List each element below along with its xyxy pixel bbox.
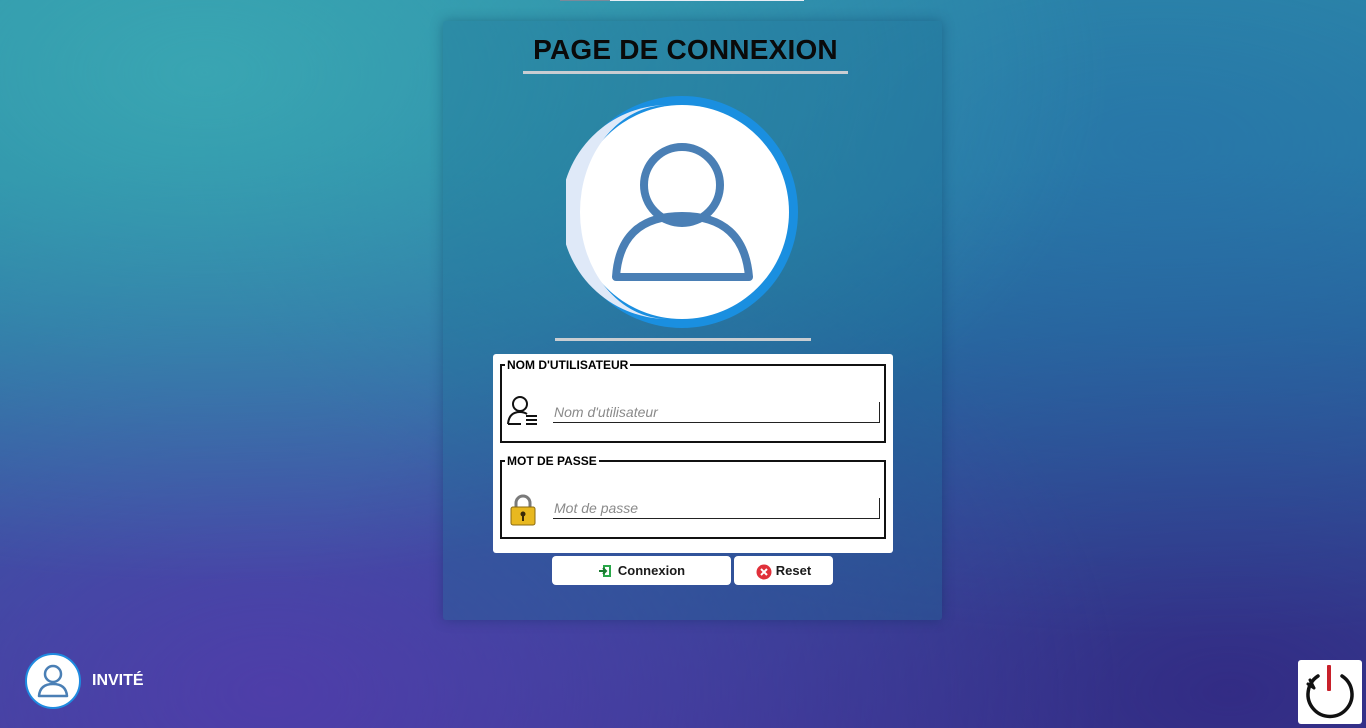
- title-underline: [523, 71, 848, 74]
- login-form: NOM D'UTILISATEUR MOT DE PASSE: [493, 354, 893, 553]
- username-legend: NOM D'UTILISATEUR: [507, 358, 629, 372]
- username-group: NOM D'UTILISATEUR: [500, 359, 886, 443]
- password-input[interactable]: [553, 498, 880, 519]
- connexion-label: Connexion: [617, 563, 686, 578]
- user-list-icon: [506, 394, 540, 428]
- user-status-label: INVITÉ: [92, 672, 144, 689]
- reset-label: Reset: [775, 563, 812, 578]
- user-avatar-icon: [37, 664, 69, 698]
- guest-avatar[interactable]: [25, 653, 81, 709]
- power-button[interactable]: [1298, 660, 1362, 724]
- username-input[interactable]: [553, 402, 880, 423]
- avatar-underline: [555, 338, 811, 341]
- login-arrow-icon: [598, 564, 612, 578]
- reset-button[interactable]: Reset: [734, 556, 833, 585]
- user-avatar-icon: [566, 96, 798, 328]
- page-title: PAGE DE CONNEXION: [533, 34, 838, 65]
- close-circle-icon: [756, 564, 772, 579]
- connexion-button[interactable]: Connexion: [552, 556, 731, 585]
- padlock-icon: [506, 493, 540, 527]
- power-icon: [1306, 665, 1354, 719]
- password-legend: MOT DE PASSE: [507, 454, 597, 468]
- top-strip-left: [560, 0, 610, 1]
- top-strip: [610, 0, 804, 1]
- password-group: MOT DE PASSE: [500, 455, 886, 539]
